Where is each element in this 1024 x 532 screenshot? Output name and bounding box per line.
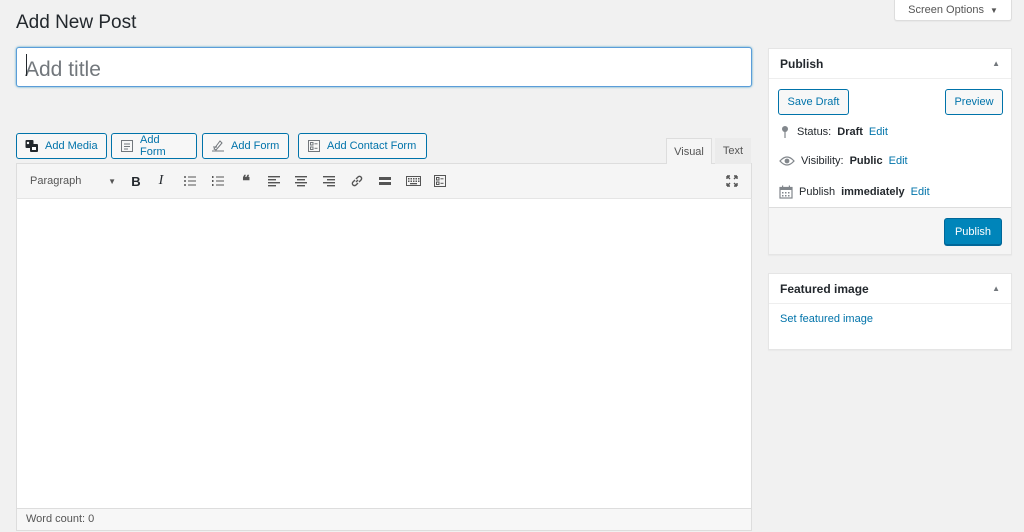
editor-content-area[interactable]	[16, 199, 752, 509]
distraction-free-button[interactable]	[723, 172, 741, 190]
visibility-value: Public	[849, 155, 883, 167]
read-more-icon	[379, 177, 391, 185]
align-right-button[interactable]	[320, 172, 338, 190]
form-icon	[120, 139, 134, 153]
featured-image-box: Featured image ▲ Set featured image	[768, 273, 1012, 350]
calendar-icon	[779, 185, 793, 199]
tab-visual[interactable]: Visual	[666, 138, 712, 164]
publish-actions: Publish	[769, 207, 1011, 254]
eye-icon	[779, 155, 795, 167]
visibility-row: Visibility: Public Edit	[779, 155, 908, 167]
insert-link-button[interactable]	[348, 172, 366, 190]
featured-image-title: Featured image	[780, 281, 869, 296]
italic-icon: I	[158, 173, 164, 188]
collapse-arrow-icon[interactable]: ▲	[992, 284, 1000, 293]
publish-box: Publish ▲ Save Draft Preview Status: Dra…	[768, 48, 1012, 255]
add-form-button-2[interactable]: Add Form	[202, 133, 289, 159]
tab-text[interactable]: Text	[715, 138, 751, 164]
contact-form-icon	[307, 139, 321, 153]
preview-button[interactable]: Preview	[945, 89, 1003, 115]
add-media-label: Add Media	[45, 140, 98, 152]
toolbar-toggle-button[interactable]	[404, 172, 422, 190]
publish-box-header[interactable]: Publish ▲	[769, 49, 1011, 79]
add-media-button[interactable]: Add Media	[16, 133, 107, 159]
bold-button[interactable]: B	[127, 172, 145, 190]
publish-button[interactable]: Publish	[944, 218, 1002, 245]
publish-box-title: Publish	[780, 56, 824, 71]
edit-status-link[interactable]: Edit	[869, 126, 888, 138]
form-toolbar-button[interactable]	[431, 172, 449, 190]
save-draft-button[interactable]: Save Draft	[778, 89, 849, 115]
page-title: Add New Post	[16, 12, 137, 33]
align-center-icon	[295, 176, 307, 187]
format-select-value: Paragraph	[30, 175, 82, 187]
status-row: Status: Draft Edit	[779, 125, 888, 139]
format-select[interactable]: Paragraph ▼	[23, 169, 119, 193]
numbered-list-button[interactable]	[209, 172, 227, 190]
bold-icon: B	[131, 173, 141, 189]
italic-button[interactable]: I	[152, 172, 170, 190]
publish-schedule-label: Publish	[799, 186, 836, 198]
status-label: Status:	[797, 126, 832, 138]
caret-down-icon: ▼	[989, 5, 998, 15]
form-pencil-icon	[211, 139, 225, 153]
collapse-arrow-icon[interactable]: ▲	[992, 59, 1000, 68]
keyboard-icon	[405, 176, 421, 186]
bulleted-list-icon	[184, 176, 196, 186]
word-count: Word count: 0	[16, 508, 752, 531]
align-left-icon	[268, 176, 280, 187]
blockquote-icon: ❝	[241, 172, 251, 190]
add-contact-form-label: Add Contact Form	[327, 140, 417, 152]
post-title-container	[16, 47, 752, 87]
post-title-input[interactable]	[17, 48, 751, 86]
featured-image-header[interactable]: Featured image ▲	[769, 274, 1011, 304]
bulleted-list-button[interactable]	[181, 172, 199, 190]
edit-schedule-link[interactable]: Edit	[911, 186, 930, 198]
blockquote-button[interactable]: ❝	[237, 172, 255, 190]
post-editor: Add Media Add Form Add Form Add Contact …	[16, 117, 752, 531]
form-icon-toolbar	[434, 175, 446, 187]
publish-schedule-value: immediately	[841, 186, 905, 198]
edit-visibility-link[interactable]: Edit	[889, 155, 908, 167]
align-right-icon	[323, 176, 335, 187]
screen-options-label: Screen Options	[908, 4, 984, 16]
align-left-button[interactable]	[265, 172, 283, 190]
align-center-button[interactable]	[292, 172, 310, 190]
text-cursor	[26, 54, 27, 76]
expand-icon	[726, 175, 738, 187]
numbered-list-icon	[212, 176, 224, 186]
visibility-label: Visibility:	[801, 155, 844, 167]
add-media-icon	[25, 139, 39, 153]
link-icon	[351, 175, 363, 187]
add-form-label: Add Form	[140, 134, 166, 158]
publish-schedule-row: Publish immediately Edit	[779, 185, 930, 199]
read-more-button[interactable]	[376, 172, 394, 190]
screen-options-button[interactable]: Screen Options ▼	[894, 0, 1012, 21]
add-contact-form-button[interactable]: Add Contact Form	[298, 133, 427, 159]
media-buttons-bar: Add Media Add Form Add Form Add Contact …	[16, 117, 752, 163]
pin-icon	[779, 125, 791, 139]
add-form-label-2: Add Form	[231, 140, 280, 152]
add-form-button[interactable]: Add Form	[111, 133, 197, 159]
status-value: Draft	[837, 126, 863, 138]
chevron-down-icon: ▼	[108, 176, 116, 186]
set-featured-image-link[interactable]: Set featured image	[780, 313, 873, 325]
editor-toolbar: Paragraph ▼ B I ❝	[16, 163, 752, 199]
